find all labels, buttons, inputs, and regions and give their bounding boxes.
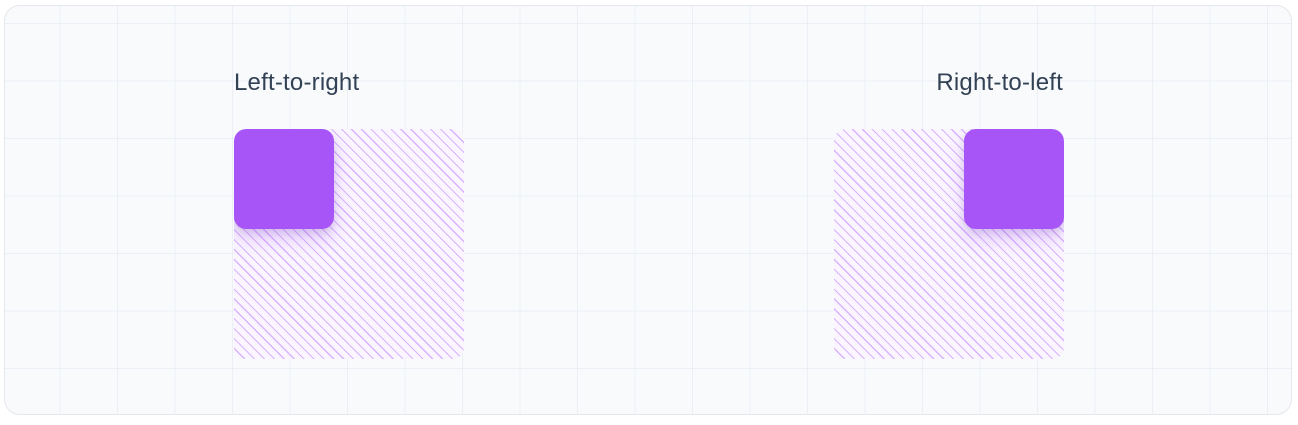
rtl-item-box bbox=[964, 129, 1064, 229]
label-left-to-right: Left-to-right bbox=[234, 69, 360, 96]
ltr-container bbox=[234, 129, 464, 359]
ltr-item-box bbox=[234, 129, 334, 229]
rtl-container bbox=[834, 129, 1064, 359]
diagram-canvas: Left-to-right Right-to-left bbox=[4, 5, 1292, 415]
label-right-to-left: Right-to-left bbox=[936, 69, 1063, 96]
